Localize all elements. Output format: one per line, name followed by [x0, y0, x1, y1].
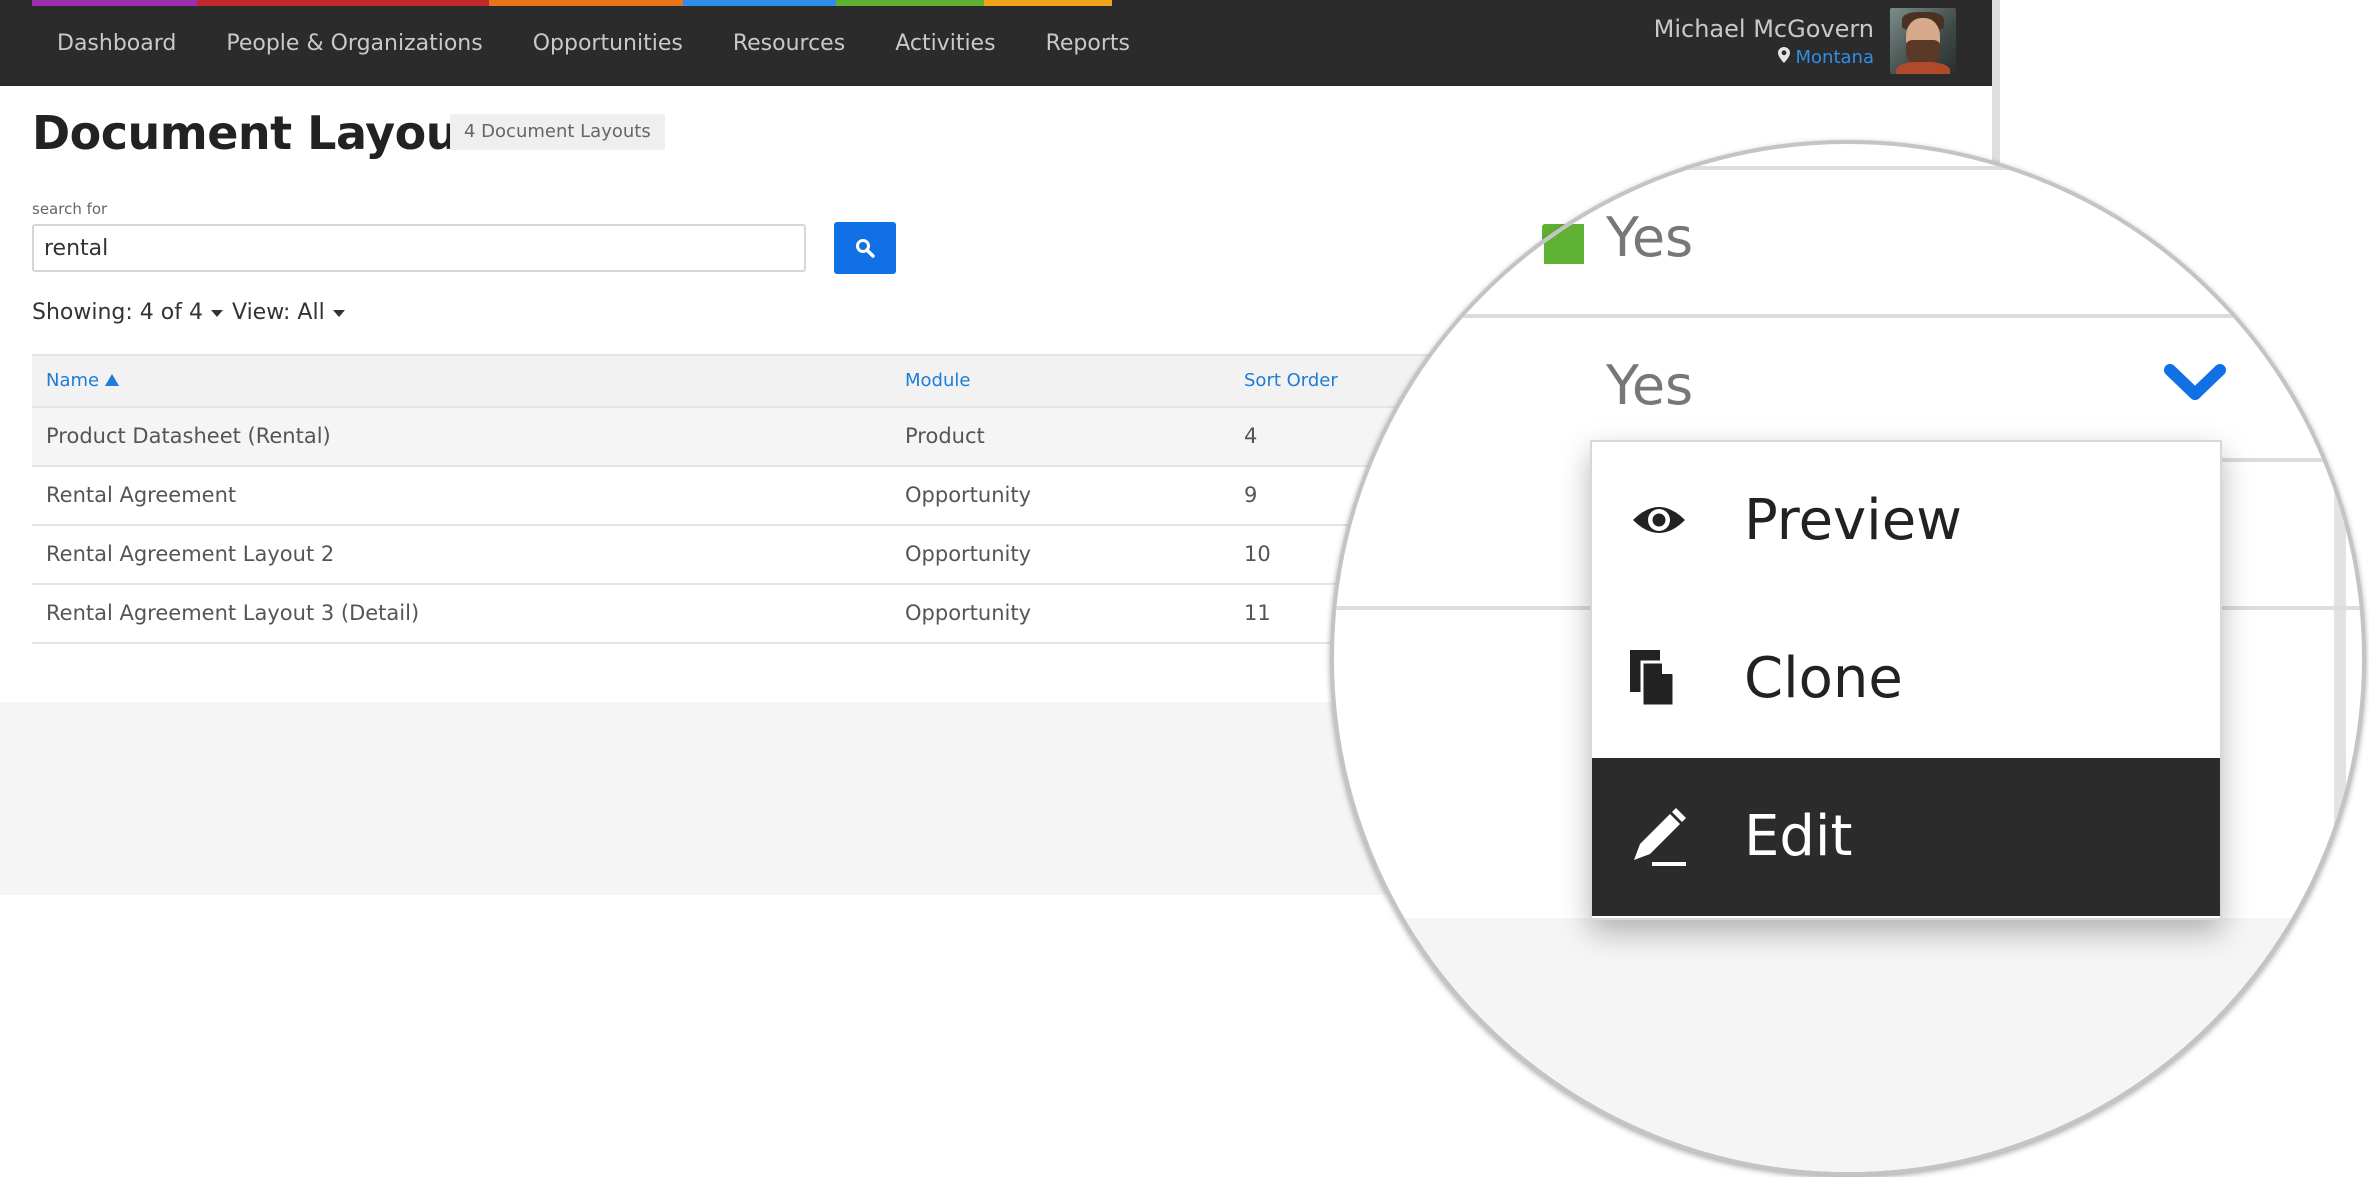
row-module: Opportunity	[905, 601, 1032, 625]
user-info: Michael McGovern Montana	[1654, 8, 1874, 72]
magnifier-callout: Yes Yes Preview Clone Edit	[1330, 140, 2366, 1176]
row-actions-menu: Preview Clone Edit	[1590, 440, 2222, 920]
nav-item-opportunities[interactable]: Opportunities	[533, 31, 683, 56]
row-sort-order: 4	[1244, 424, 1258, 448]
chevron-down-icon	[210, 309, 223, 317]
map-pin-icon	[1777, 47, 1790, 67]
view-dropdown[interactable]: View: All	[232, 300, 345, 325]
showing-label: Showing: 4 of 4	[32, 300, 203, 325]
menu-item-clone[interactable]: Clone	[1592, 600, 2220, 758]
row-divider	[1334, 606, 1594, 610]
top-navigation-bar: Dashboard People & Organizations Opportu…	[0, 0, 2000, 86]
row-divider	[2214, 458, 2362, 462]
menu-item-edit[interactable]: Edit	[1592, 758, 2220, 916]
row-sort-order: 11	[1244, 601, 1271, 625]
search-icon	[856, 239, 875, 258]
row-sort-order: 10	[1244, 542, 1271, 566]
row-name[interactable]: Rental Agreement Layout 3 (Detail)	[46, 585, 419, 642]
nav-menu: Dashboard People & Organizations Opportu…	[0, 0, 1180, 86]
sort-ascending-icon	[105, 374, 120, 386]
chevron-down-icon[interactable]	[2164, 362, 2226, 402]
view-label: View: All	[232, 300, 325, 325]
row-name[interactable]: Product Datasheet (Rental)	[46, 408, 331, 465]
row-divider	[1334, 314, 2362, 318]
nav-item-dashboard[interactable]: Dashboard	[57, 31, 176, 56]
user-name: Michael McGovern	[1653, 15, 1874, 43]
column-header-name[interactable]: Name	[46, 356, 120, 406]
user-location-link[interactable]: Montana	[1796, 47, 1874, 68]
user-menu[interactable]: Michael McGovern Montana	[1654, 8, 1956, 78]
row-divider	[1334, 166, 2362, 170]
row-module: Opportunity	[905, 542, 1032, 566]
pencil-icon	[1634, 808, 1686, 866]
row-module: Opportunity	[905, 483, 1032, 507]
column-header-module[interactable]: Module	[905, 356, 970, 406]
avatar[interactable]	[1890, 8, 1956, 74]
menu-item-preview[interactable]: Preview	[1592, 442, 2220, 600]
row-name[interactable]: Rental Agreement Layout 2	[46, 526, 334, 583]
row-module: Product	[905, 424, 985, 448]
clone-icon	[1630, 650, 1676, 706]
avatar-shirt	[1896, 62, 1950, 74]
nav-item-activities[interactable]: Activities	[895, 31, 995, 56]
chevron-down-icon	[332, 309, 345, 317]
menu-item-label: Clone	[1744, 646, 1903, 711]
column-header-sort-order[interactable]: Sort Order	[1244, 356, 1338, 406]
search-label: search for	[32, 200, 108, 218]
row-sort-order: 9	[1244, 483, 1258, 507]
nav-item-reports[interactable]: Reports	[1046, 31, 1130, 56]
search-button[interactable]	[834, 222, 896, 274]
column-header-name-label: Name	[46, 370, 100, 391]
menu-item-label: Edit	[1744, 804, 1853, 869]
row-name[interactable]: Rental Agreement	[46, 467, 236, 524]
user-location-row: Montana	[1654, 44, 1874, 72]
table-header: Name Module Sort Order	[32, 354, 1532, 408]
menu-item-label: Preview	[1744, 488, 1962, 553]
table-row[interactable]: Rental Agreement Opportunity 9	[32, 467, 1532, 526]
count-badge: 4 Document Layouts	[450, 114, 665, 150]
showing-dropdown[interactable]: Showing: 4 of 4	[32, 300, 223, 325]
eye-icon	[1633, 507, 1685, 533]
table-row[interactable]: Rental Agreement Layout 2 Opportunity 10	[32, 526, 1532, 585]
table-row[interactable]: Rental Agreement Layout 3 (Detail) Oppor…	[32, 585, 1532, 644]
page-title: Document Layouts	[32, 106, 507, 160]
magnified-view: Yes Yes Preview Clone Edit	[1334, 144, 2362, 1172]
table-row[interactable]: Product Datasheet (Rental) Product 4	[32, 408, 1532, 467]
nav-item-people-organizations[interactable]: People & Organizations	[226, 31, 482, 56]
nav-item-resources[interactable]: Resources	[733, 31, 845, 56]
active-value-first: Yes	[1606, 206, 1694, 269]
footer-area	[1334, 918, 2362, 1172]
active-value-second: Yes	[1606, 354, 1694, 417]
search-input[interactable]	[32, 224, 806, 272]
add-button-edge	[1544, 224, 1584, 264]
document-layouts-table: Name Module Sort Order Product Datasheet…	[32, 354, 1532, 644]
row-divider	[2218, 606, 2362, 610]
